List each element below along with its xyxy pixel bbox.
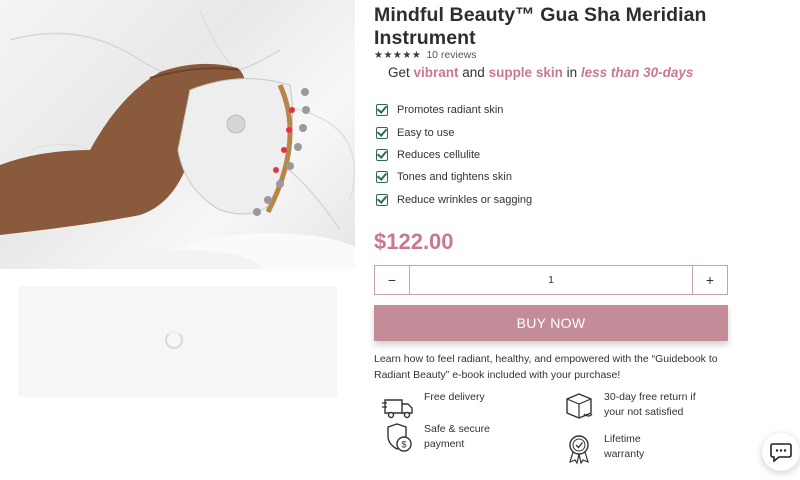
tagline-highlight-duration: less than 30-days xyxy=(580,65,694,80)
svg-text:$: $ xyxy=(401,440,406,450)
product-tagline: Get vibrant and supple skin in less than… xyxy=(388,65,693,80)
star-rating-icon: ★★★★★ xyxy=(374,49,422,61)
product-rating[interactable]: ★★★★★ 10 reviews xyxy=(374,49,477,61)
feature-free-delivery: Free delivery xyxy=(382,390,485,424)
chat-bubble-icon xyxy=(770,443,792,462)
checkbox-check-icon xyxy=(376,193,388,206)
quantity-stepper: − + xyxy=(374,265,728,295)
benefit-item: Easy to use xyxy=(376,121,532,143)
benefit-label: Tones and tightens skin xyxy=(397,171,512,184)
product-title: Mindful Beauty™ Gua Sha Meridian Instrum… xyxy=(374,4,707,49)
feature-secure-payment: $ Safe & secure payment xyxy=(382,422,490,456)
product-photo-illustration xyxy=(0,9,355,269)
checkbox-check-icon xyxy=(376,148,388,161)
quantity-input[interactable] xyxy=(410,266,692,294)
feature-lifetime-warranty: Lifetime warranty xyxy=(562,432,644,466)
tagline-highlight-supple: supple skin xyxy=(488,65,563,80)
benefits-list: Promotes radiant skin Easy to use Reduce… xyxy=(376,99,532,211)
review-count[interactable]: 10 reviews xyxy=(426,49,476,61)
box-return-icon xyxy=(566,393,593,419)
quantity-decrease-button[interactable]: − xyxy=(375,266,410,294)
feature-label: Safe & secure xyxy=(424,423,490,435)
benefit-item: Tones and tightens skin xyxy=(376,166,532,188)
benefit-item: Promotes radiant skin xyxy=(376,99,532,121)
feature-label: Free delivery xyxy=(424,391,485,403)
quantity-increase-button[interactable]: + xyxy=(692,266,727,294)
feature-sublabel: your not satisfied xyxy=(604,406,684,418)
benefit-label: Reduces cellulite xyxy=(397,148,481,161)
chat-widget-button[interactable] xyxy=(762,433,800,471)
tagline-prefix: Get xyxy=(388,65,414,80)
checkbox-check-icon xyxy=(376,104,388,117)
product-main-image[interactable] xyxy=(0,0,355,269)
tagline-connector-in: in xyxy=(562,65,581,80)
ebook-promo-text: Learn how to feel radiant, healthy, and … xyxy=(374,353,718,381)
benefit-item: Reduce wrinkles or sagging xyxy=(376,189,532,211)
product-price: $122.00 xyxy=(374,229,454,254)
product-page: Mindful Beauty™ Gua Sha Meridian Instrum… xyxy=(0,0,800,480)
feature-label: 30-day free return if xyxy=(604,391,696,403)
feature-sublabel: warranty xyxy=(604,448,645,460)
benefit-label: Reduce wrinkles or sagging xyxy=(397,193,533,206)
shield-dollar-icon: $ xyxy=(387,423,412,452)
loading-spinner-icon xyxy=(165,331,183,349)
feature-label: Lifetime xyxy=(604,433,641,445)
benefit-label: Promotes radiant skin xyxy=(397,104,504,117)
badge-check-icon xyxy=(569,435,589,465)
tagline-highlight-vibrant: vibrant xyxy=(413,65,459,80)
feature-free-return: 30-day free return if your not satisfied xyxy=(562,390,696,424)
feature-sublabel: payment xyxy=(424,438,465,450)
buy-now-button[interactable]: BUY NOW xyxy=(374,305,728,341)
checkbox-check-icon xyxy=(376,126,388,139)
checkbox-check-icon xyxy=(376,171,388,184)
benefit-label: Easy to use xyxy=(397,126,455,139)
tagline-connector-and: and xyxy=(458,65,489,80)
truck-icon xyxy=(382,399,413,419)
benefit-item: Reduces cellulite xyxy=(376,144,532,166)
